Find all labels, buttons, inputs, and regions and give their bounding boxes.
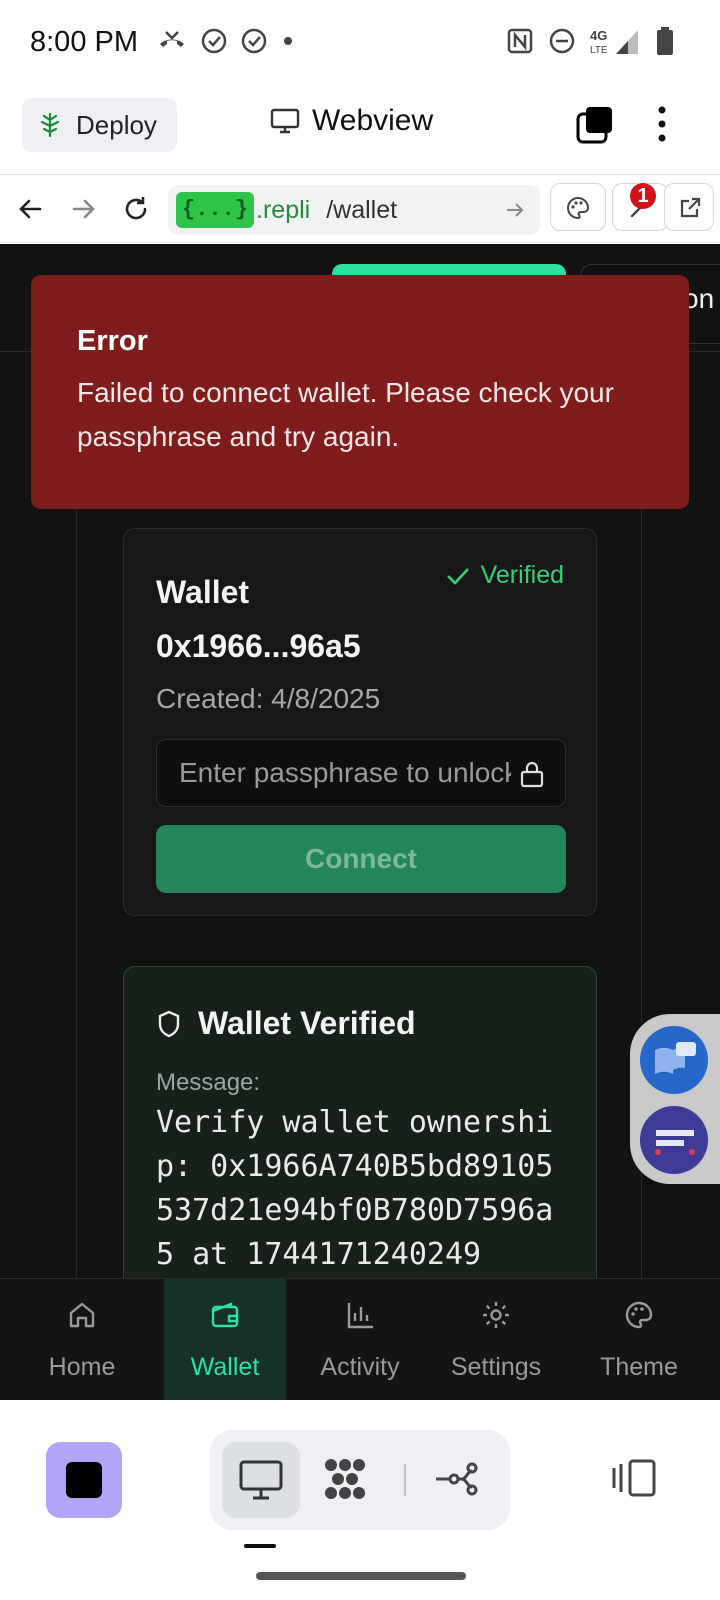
notification-badge: 1 bbox=[630, 183, 656, 209]
verified-badge: Verified bbox=[445, 561, 564, 590]
palette-icon bbox=[625, 1301, 653, 1329]
git-branch-icon[interactable] bbox=[432, 1456, 478, 1502]
book-chat-icon bbox=[655, 1042, 696, 1074]
bottom-nav: Home Wallet Activity Settings Theme bbox=[0, 1278, 720, 1400]
network-signal-icon: 4G LTE bbox=[590, 28, 638, 56]
nav-activity[interactable]: Activity bbox=[286, 1279, 434, 1400]
monitor-icon bbox=[270, 108, 300, 134]
toast-message: Failed to connect wallet. Please check y… bbox=[77, 377, 614, 452]
webview-title: Webview bbox=[270, 104, 433, 138]
nav-home-label: Home bbox=[48, 1353, 116, 1381]
caption-icon bbox=[655, 1130, 695, 1155]
check-circle-icon bbox=[241, 28, 267, 54]
open-external-button[interactable] bbox=[664, 183, 714, 231]
lock-icon bbox=[520, 761, 544, 788]
status-notification-icons bbox=[157, 28, 295, 54]
svg-text:4G: 4G bbox=[590, 28, 607, 43]
devtools-palette-button[interactable] bbox=[550, 183, 606, 231]
palette-icon bbox=[567, 196, 590, 220]
url-path: /wallet bbox=[326, 195, 398, 224]
url-domain: .repli bbox=[256, 195, 311, 224]
deploy-button[interactable]: Deploy bbox=[22, 98, 177, 152]
deploy-tree-icon bbox=[40, 112, 60, 138]
nav-home[interactable]: Home bbox=[0, 1279, 164, 1400]
deploy-label: Deploy bbox=[76, 109, 157, 140]
url-bar: {...} .repli /wallet bbox=[0, 175, 720, 243]
dot-icon bbox=[284, 37, 292, 45]
back-arrow-icon[interactable] bbox=[14, 193, 46, 225]
webview-title-text: Webview bbox=[312, 104, 434, 137]
external-link-icon bbox=[680, 197, 701, 218]
shield-icon bbox=[158, 1010, 180, 1037]
replit-bottom-toolbar bbox=[0, 1402, 720, 1600]
nav-theme-label: Theme bbox=[600, 1353, 678, 1381]
url-chip: {...} bbox=[176, 192, 255, 228]
connect-button[interactable]: Connect bbox=[156, 825, 566, 893]
nav-activity-label: Activity bbox=[320, 1353, 400, 1381]
passphrase-input[interactable] bbox=[179, 740, 511, 806]
battery-icon bbox=[657, 27, 673, 55]
svg-text:LTE: LTE bbox=[590, 45, 608, 56]
nav-wallet[interactable]: Wallet bbox=[164, 1279, 286, 1400]
url-go-arrow-icon[interactable] bbox=[504, 199, 526, 221]
wallet-card: Wallet 0x1966...96a5 Verified Created: 4… bbox=[123, 528, 597, 916]
missed-call-icon bbox=[160, 31, 184, 47]
message-label: Message: bbox=[156, 1069, 261, 1096]
nav-settings[interactable]: Settings bbox=[434, 1279, 558, 1400]
gear-icon bbox=[483, 1302, 509, 1328]
created-date: Created: 4/8/2025 bbox=[156, 683, 381, 714]
floating-side-widget bbox=[630, 1014, 720, 1184]
tabs-icon[interactable] bbox=[575, 105, 615, 145]
app-viewport: on Wallet 0x1966...96a5 Verified Created… bbox=[0, 244, 720, 1400]
status-system-icons: 4G LTE bbox=[506, 26, 674, 56]
more-menu-icon[interactable] bbox=[650, 104, 674, 144]
home-indicator[interactable] bbox=[256, 1572, 466, 1580]
wallet-icon bbox=[211, 1302, 239, 1328]
wallet-verified-heading: Wallet Verified bbox=[156, 1005, 416, 1042]
view-switcher bbox=[210, 1430, 510, 1530]
forward-arrow-icon[interactable] bbox=[68, 193, 100, 225]
wallet-verified-title: Wallet Verified bbox=[198, 1005, 416, 1041]
subtitle-bubble-button[interactable] bbox=[640, 1106, 708, 1174]
toast-title: Error bbox=[77, 325, 148, 357]
passphrase-field bbox=[156, 739, 566, 807]
stop-button[interactable] bbox=[46, 1442, 122, 1518]
dnd-icon bbox=[549, 28, 575, 54]
activity-icon bbox=[347, 1303, 373, 1329]
dock-panel-icon[interactable] bbox=[612, 1458, 658, 1498]
status-time: 8:00 PM bbox=[30, 26, 138, 58]
error-toast: Error Failed to connect wallet. Please c… bbox=[31, 275, 689, 509]
check-circle-icon bbox=[201, 28, 227, 54]
reload-icon[interactable] bbox=[120, 193, 152, 225]
home-icon bbox=[69, 1302, 95, 1328]
url-field[interactable]: {...} .repli /wallet bbox=[168, 185, 540, 235]
replit-header: Deploy Webview bbox=[0, 80, 720, 175]
nav-wallet-label: Wallet bbox=[190, 1353, 260, 1381]
webview-tab[interactable] bbox=[222, 1442, 300, 1518]
wallet-title: Wallet 0x1966...96a5 bbox=[156, 574, 361, 664]
check-icon bbox=[446, 567, 469, 585]
divider bbox=[404, 1464, 406, 1496]
verification-message: Verify wallet ownership: 0x1966A740B5bd8… bbox=[156, 1105, 554, 1272]
guide-bubble-button[interactable] bbox=[640, 1026, 708, 1094]
active-tab-indicator bbox=[244, 1544, 276, 1548]
monitor-icon bbox=[239, 1460, 283, 1500]
nfc-icon bbox=[507, 28, 533, 54]
agent-icon[interactable] bbox=[322, 1456, 368, 1502]
verified-label: Verified bbox=[480, 561, 564, 589]
nav-settings-label: Settings bbox=[450, 1353, 542, 1381]
status-bar: 8:00 PM 4G LTE bbox=[0, 0, 720, 80]
nav-theme[interactable]: Theme bbox=[558, 1279, 720, 1400]
